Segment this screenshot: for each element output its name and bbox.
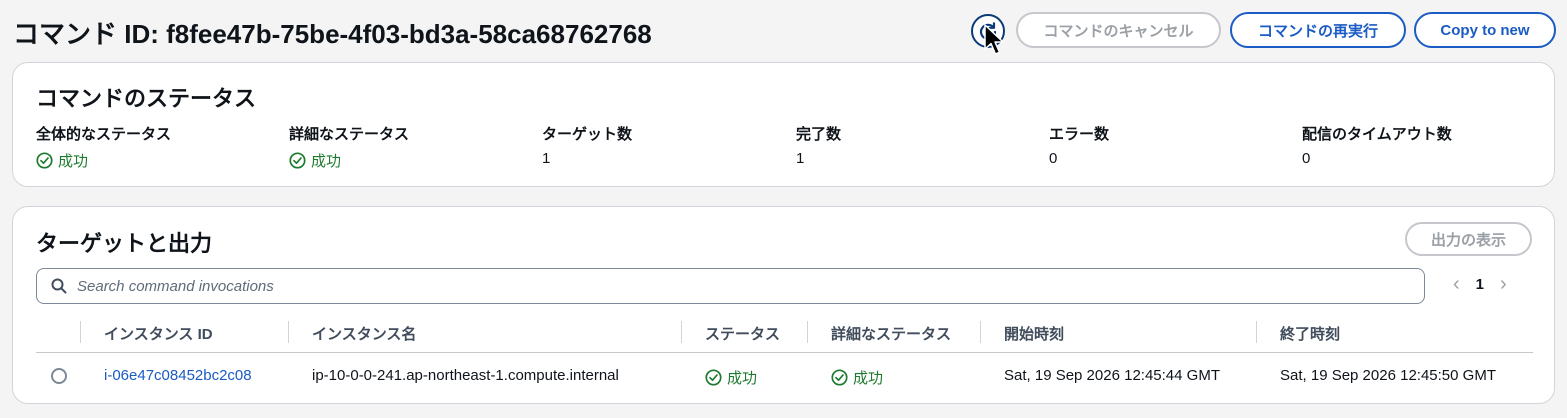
chevron-right-icon[interactable]: ›	[1500, 273, 1507, 296]
row-detailed-status: 成功	[831, 367, 883, 388]
target-count: ターゲット数 1	[542, 123, 632, 167]
column-header-start-time[interactable]: 開始時刻	[1004, 323, 1064, 344]
detailed-status: 詳細なステータス 成功	[289, 123, 409, 171]
success-check-icon	[36, 152, 53, 169]
stat-value: 0	[1049, 150, 1058, 167]
page-number[interactable]: 1	[1476, 276, 1484, 293]
column-divider	[80, 321, 81, 343]
start-time: Sat, 19 Sep 2026 12:45:44 GMT	[1004, 367, 1220, 384]
search-box	[36, 268, 1425, 304]
stat-value: 成功	[58, 153, 89, 170]
end-time: Sat, 19 Sep 2026 12:45:50 GMT	[1280, 367, 1496, 384]
instance-name: ip-10-0-0-241.ap-northeast-1.compute.int…	[312, 367, 619, 384]
command-status-title: コマンドのステータス	[36, 86, 257, 111]
success-check-icon	[289, 152, 306, 169]
delivery-timeout-count: 配信のタイムアウト数 0	[1302, 123, 1452, 167]
pagination: ‹ 1 ›	[1453, 273, 1507, 296]
stat-label: 全体的なステータス	[36, 126, 172, 143]
copy-to-new-button[interactable]: Copy to new	[1414, 12, 1556, 48]
column-divider	[288, 321, 289, 343]
chevron-left-icon[interactable]: ‹	[1453, 273, 1460, 296]
overall-status: 全体的なステータス 成功	[36, 123, 171, 171]
command-status-panel: コマンドのステータス 全体的なステータス 成功 詳細なステータス 成功 ターゲッ…	[12, 62, 1555, 187]
stat-value: 1	[542, 150, 551, 167]
error-count: エラー数 0	[1049, 123, 1109, 167]
search-input[interactable]	[77, 277, 1377, 295]
stat-value: 0	[1302, 150, 1311, 167]
table-row: i-06e47c08452bc2c08 ip-10-0-0-241.ap-nor…	[36, 354, 1533, 398]
column-divider	[1256, 321, 1257, 343]
stat-label: ターゲット数	[542, 126, 633, 143]
page-title: コマンド ID: f8fee47b-75be-4f03-bd3a-58ca687…	[13, 19, 652, 49]
row-status: 成功	[705, 367, 757, 388]
stat-value: 1	[796, 150, 805, 167]
search-icon	[51, 278, 67, 294]
column-header-instance-id[interactable]: インスタンス ID	[104, 323, 213, 344]
targets-output-panel: ターゲットと出力 出力の表示 ‹ 1 › インスタンス ID インスタンス名 ス…	[12, 206, 1555, 404]
column-divider	[980, 321, 981, 343]
stat-label: エラー数	[1049, 126, 1110, 143]
stat-label: 配信のタイムアウト数	[1302, 126, 1452, 143]
table-header: インスタンス ID インスタンス名 ステータス 詳細なステータス 開始時刻 終了…	[36, 317, 1533, 353]
cancel-command-button[interactable]: コマンドのキャンセル	[1016, 12, 1221, 48]
column-divider	[681, 321, 682, 343]
stat-label: 完了数	[796, 126, 842, 143]
row-select-radio[interactable]	[51, 368, 67, 384]
targets-output-title: ターゲットと出力	[36, 231, 213, 256]
column-header-status[interactable]: ステータス	[705, 323, 780, 344]
refresh-icon	[979, 22, 997, 40]
detailed-status-text: 成功	[853, 370, 884, 387]
completed-count: 完了数 1	[796, 123, 841, 167]
column-divider	[807, 321, 808, 343]
status-text: 成功	[727, 370, 758, 387]
column-header-detailed-status[interactable]: 詳細なステータス	[831, 323, 951, 344]
success-check-icon	[705, 369, 722, 386]
stat-label: 詳細なステータス	[289, 126, 410, 143]
column-header-instance-name[interactable]: インスタンス名	[312, 323, 416, 344]
page-header: コマンド ID: f8fee47b-75be-4f03-bd3a-58ca687…	[0, 0, 1567, 62]
column-header-end-time[interactable]: 終了時刻	[1280, 323, 1340, 344]
success-check-icon	[831, 369, 848, 386]
stat-value: 成功	[311, 153, 342, 170]
instance-id-link[interactable]: i-06e47c08452bc2c08	[104, 367, 252, 384]
rerun-command-button[interactable]: コマンドの再実行	[1230, 12, 1406, 48]
view-output-button[interactable]: 出力の表示	[1405, 222, 1532, 256]
refresh-button[interactable]	[971, 14, 1005, 48]
